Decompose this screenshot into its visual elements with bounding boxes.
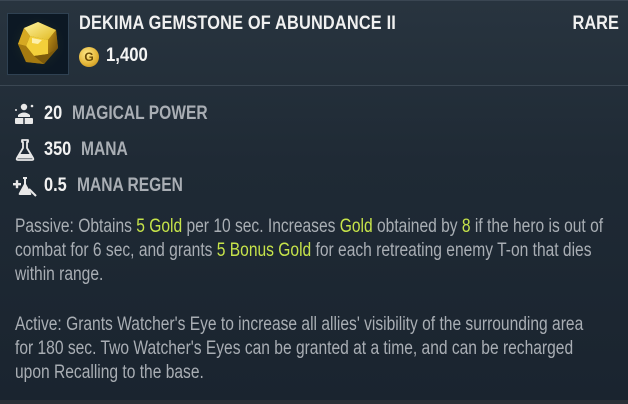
passive-line-2: combat for 6 sec, and grants 5 Bonus Gol… — [15, 239, 605, 263]
item-name: DEKIMA GEMSTONE OF ABUNDANCE II — [79, 13, 397, 34]
stat-row-mana: 350 MANA — [0, 137, 628, 163]
item-price: 1,400 — [106, 45, 148, 66]
yellow-gemstone-icon — [7, 13, 69, 75]
stat-row-magical-power: 20 MAGICAL POWER — [0, 101, 628, 127]
passive-text: obtained by — [372, 216, 462, 237]
passive-highlight-bonus-gold: 5 Bonus Gold — [216, 240, 312, 261]
passive-text: per 10 sec. Increases — [182, 216, 340, 237]
active-line-3: upon Recalling to the base. — [15, 362, 204, 383]
mana-label: MANA — [81, 139, 128, 160]
mana-regen-icon — [12, 173, 38, 199]
magical-power-label: MAGICAL POWER — [72, 103, 208, 124]
passive-text: for each retreating enemy T-on that dies — [311, 240, 592, 261]
magical-power-value: 20 — [44, 103, 63, 124]
gold-coin-icon: G — [79, 47, 99, 67]
mana-flask-icon — [12, 137, 38, 163]
tooltip-header: DEKIMA GEMSTONE OF ABUNDANCE II RARE G 1… — [0, 1, 628, 86]
passive-text: Passive: Obtains — [15, 216, 137, 237]
mana-regen-value: 0.5 — [44, 175, 67, 196]
magical-power-icon — [12, 101, 38, 127]
passive-text: if the hero is out of — [470, 216, 604, 237]
active-line-1: Active: Grants Watcher's Eye to increase… — [15, 314, 584, 335]
passive-highlight-bonus: 8 — [461, 216, 471, 237]
stat-row-mana-regen: 0.5 MANA REGEN — [0, 173, 628, 199]
bottom-edge — [0, 400, 628, 404]
item-tooltip: DEKIMA GEMSTONE OF ABUNDANCE II RARE G 1… — [0, 0, 628, 404]
passive-line-1: Passive: Obtains 5 Gold per 10 sec. Incr… — [15, 215, 605, 239]
passive-description: Passive: Obtains 5 Gold per 10 sec. Incr… — [15, 215, 605, 287]
mana-value: 350 — [44, 139, 72, 160]
passive-line-3: within range. — [15, 264, 104, 285]
active-description: Active: Grants Watcher's Eye to increase… — [15, 313, 605, 385]
mana-regen-label: MANA REGEN — [77, 175, 183, 196]
passive-text: combat for 6 sec, and grants — [15, 240, 217, 261]
rarity-label: RARE — [572, 13, 619, 34]
active-line-2: for 180 sec. Two Watcher's Eyes can be g… — [15, 338, 574, 359]
passive-highlight-gold: Gold — [339, 216, 373, 237]
passive-highlight-gold-amount: 5 Gold — [136, 216, 183, 237]
